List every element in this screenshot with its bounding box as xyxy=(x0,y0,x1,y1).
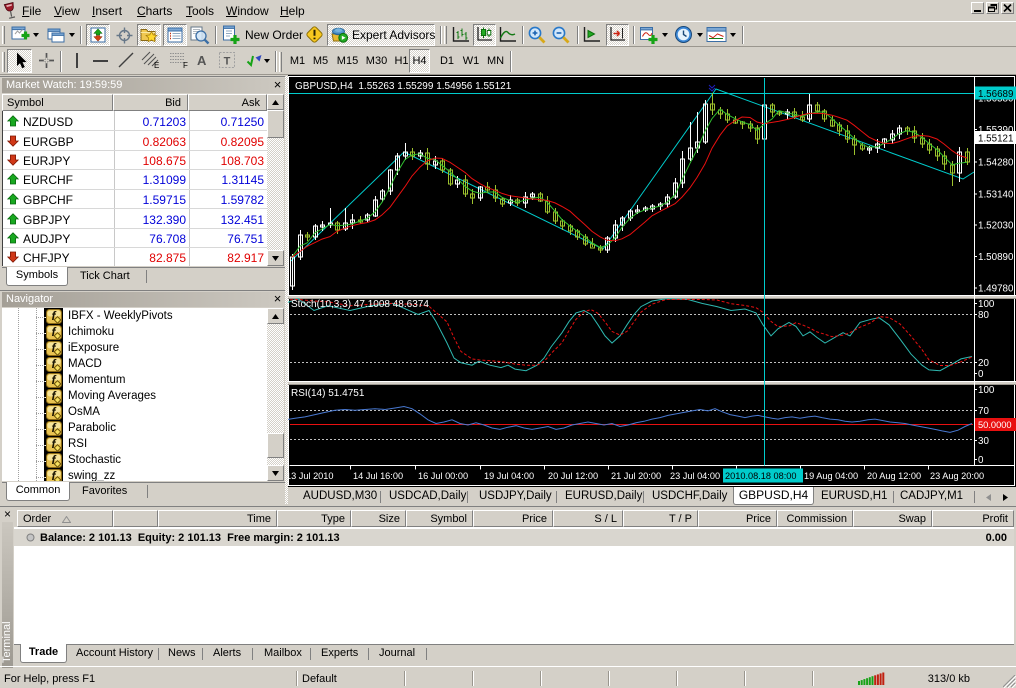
svg-text:Stoch(10,3,3) 47.1008 48.6374: Stoch(10,3,3) 47.1008 48.6374 xyxy=(291,299,429,310)
svg-text:70: 70 xyxy=(978,406,989,417)
svg-text:13 Jul 2010: 13 Jul 2010 xyxy=(288,471,334,481)
svg-text:23 Jul 04:00: 23 Jul 04:00 xyxy=(670,471,720,481)
svg-text:80: 80 xyxy=(978,310,989,321)
svg-text:E: E xyxy=(154,61,159,70)
svg-text:1.49780: 1.49780 xyxy=(978,284,1014,295)
svg-text:GBPUSD,H4 1.55263 1.55299 1.5: GBPUSD,H4 1.55263 1.55299 1.54956 1.5512… xyxy=(295,81,512,92)
svg-text:0: 0 xyxy=(978,455,984,466)
svg-text:16 Jul 00:00: 16 Jul 00:00 xyxy=(418,471,468,481)
svg-text:T: T xyxy=(224,56,231,68)
svg-text:20: 20 xyxy=(978,358,989,369)
svg-text:1.56689: 1.56689 xyxy=(978,89,1013,100)
svg-text:50.0000: 50.0000 xyxy=(978,420,1012,430)
svg-text:0: 0 xyxy=(978,369,984,380)
svg-text:100: 100 xyxy=(978,299,995,310)
svg-text:1.50890: 1.50890 xyxy=(978,252,1014,263)
svg-text:19 Jul 04:00: 19 Jul 04:00 xyxy=(484,471,534,481)
svg-text:20 Aug 12:00: 20 Aug 12:00 xyxy=(867,471,921,481)
svg-text:1.52030: 1.52030 xyxy=(978,221,1014,232)
svg-text:1.54280: 1.54280 xyxy=(978,158,1014,169)
svg-text:1.55121: 1.55121 xyxy=(978,134,1013,145)
svg-text:1.53140: 1.53140 xyxy=(978,190,1014,201)
svg-text:100: 100 xyxy=(978,385,995,396)
svg-text:14 Jul 16:00: 14 Jul 16:00 xyxy=(353,471,403,481)
svg-text:RSI(14) 51.4751: RSI(14) 51.4751 xyxy=(291,388,365,399)
svg-text:20 Jul 12:00: 20 Jul 12:00 xyxy=(548,471,598,481)
svg-text:30: 30 xyxy=(978,436,989,447)
svg-text:2010.08.18 08:00: 2010.08.18 08:00 xyxy=(725,471,797,481)
svg-text:19 Aug 04:00: 19 Aug 04:00 xyxy=(804,471,858,481)
svg-text:F: F xyxy=(183,61,188,70)
svg-text:23 Aug 20:00: 23 Aug 20:00 xyxy=(930,471,984,481)
svg-text:21 Jul 20:00: 21 Jul 20:00 xyxy=(611,471,661,481)
